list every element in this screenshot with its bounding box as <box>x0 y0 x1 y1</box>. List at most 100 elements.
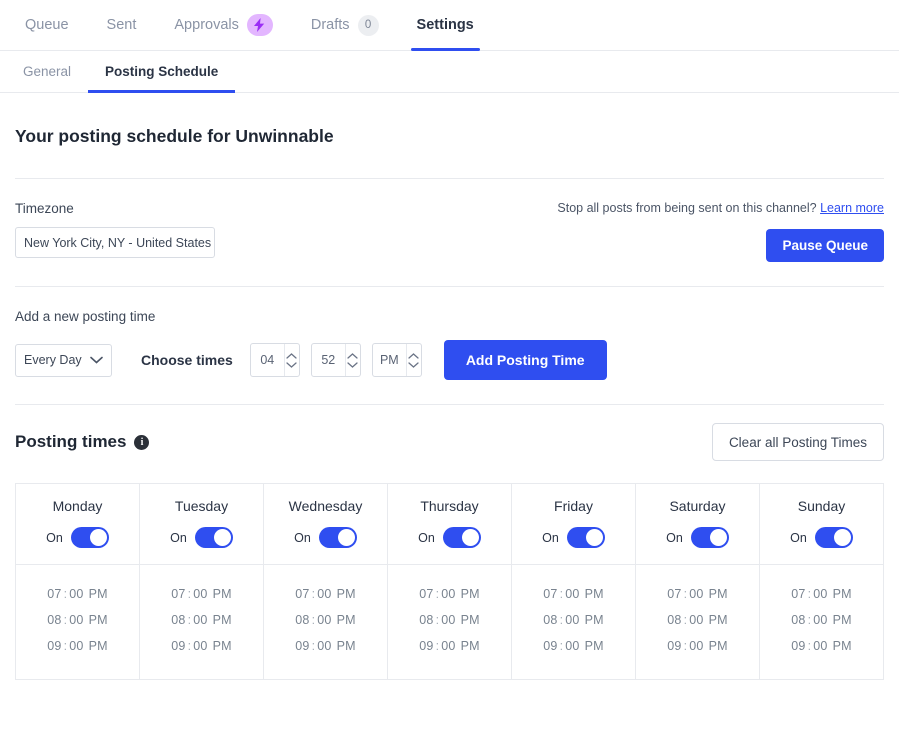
chevron-down-icon[interactable] <box>286 361 297 368</box>
tab-queue[interactable]: Queue <box>6 0 88 50</box>
frequency-dropdown[interactable]: Every Day <box>15 343 112 377</box>
chevron-up-icon[interactable] <box>347 352 358 359</box>
posting-time-wednesday-0[interactable]: 07:00 PM <box>268 581 383 607</box>
time-meridiem: PM <box>832 587 852 601</box>
time-minute: 00 <box>441 587 456 601</box>
pause-queue-button[interactable]: Pause Queue <box>766 229 884 262</box>
meridiem-stepper-arrows[interactable] <box>405 344 421 376</box>
posting-time-thursday-0[interactable]: 07:00 PM <box>392 581 507 607</box>
add-posting-time-button[interactable]: Add Posting Time <box>443 340 607 380</box>
posting-time-thursday-2[interactable]: 09:00 PM <box>392 633 507 659</box>
chevron-down-icon[interactable] <box>408 361 419 368</box>
day-name-tuesday: Tuesday <box>174 498 229 514</box>
time-meridiem: PM <box>832 613 852 627</box>
timezone-select[interactable]: New York City, NY - United States <box>15 227 215 258</box>
day-toggle-label-saturday: On <box>666 530 683 545</box>
time-hour: 07 <box>791 587 806 601</box>
day-name-friday: Friday <box>554 498 593 514</box>
day-toggle-group-saturday: On <box>640 527 755 548</box>
day-toggle-friday[interactable] <box>566 527 605 548</box>
time-meridiem: PM <box>88 639 108 653</box>
hour-stepper[interactable] <box>249 343 300 377</box>
posting-time-tuesday-0[interactable]: 07:00 PM <box>144 581 259 607</box>
time-hour: 09 <box>419 639 434 653</box>
time-meridiem: PM <box>336 587 356 601</box>
time-hour: 09 <box>171 639 186 653</box>
time-hour: 07 <box>667 587 682 601</box>
posting-time-friday-0[interactable]: 07:00 PM <box>516 581 631 607</box>
time-meridiem: PM <box>584 639 604 653</box>
subtab-posting-schedule[interactable]: Posting Schedule <box>88 51 236 93</box>
posting-time-friday-1[interactable]: 08:00 PM <box>516 607 631 633</box>
time-meridiem: PM <box>832 639 852 653</box>
subtab-general-label: General <box>23 64 72 79</box>
day-toggle-sunday[interactable] <box>814 527 853 548</box>
day-name-thursday: Thursday <box>420 498 479 514</box>
posting-time-sunday-2[interactable]: 09:00 PM <box>764 633 879 659</box>
day-toggle-label-sunday: On <box>790 530 807 545</box>
day-toggle-thursday[interactable] <box>442 527 481 548</box>
tab-approvals[interactable]: Approvals <box>155 0 291 50</box>
subtab-general[interactable]: General <box>6 51 88 92</box>
minute-input[interactable] <box>311 353 345 367</box>
posting-time-monday-2[interactable]: 09:00 PM <box>20 633 135 659</box>
posting-time-tuesday-1[interactable]: 08:00 PM <box>144 607 259 633</box>
primary-navigation: Queue Sent Approvals Drafts 0 Settings <box>0 0 899 51</box>
posting-time-saturday-1[interactable]: 08:00 PM <box>640 607 755 633</box>
posting-time-sunday-0[interactable]: 07:00 PM <box>764 581 879 607</box>
chevron-up-icon[interactable] <box>286 352 297 359</box>
hour-input[interactable] <box>250 353 284 367</box>
posting-time-monday-0[interactable]: 07:00 PM <box>20 581 135 607</box>
time-minute: 00 <box>689 613 704 627</box>
time-hour: 09 <box>667 639 682 653</box>
posting-time-monday-1[interactable]: 08:00 PM <box>20 607 135 633</box>
hour-stepper-arrows[interactable] <box>283 344 299 376</box>
time-minute: 00 <box>193 639 208 653</box>
posting-schedule-table: Monday On Tuesday On Wednesday On Thursday On Fr… <box>15 483 884 680</box>
meridiem-stepper[interactable] <box>371 343 422 377</box>
posting-time-friday-2[interactable]: 09:00 PM <box>516 633 631 659</box>
tab-settings[interactable]: Settings <box>398 0 493 51</box>
day-toggle-group-friday: On <box>516 527 631 548</box>
day-toggle-monday[interactable] <box>70 527 109 548</box>
time-meridiem: PM <box>460 587 480 601</box>
time-hour: 09 <box>791 639 806 653</box>
posting-time-wednesday-1[interactable]: 08:00 PM <box>268 607 383 633</box>
info-icon[interactable]: i <box>134 434 150 450</box>
page-body: Your posting schedule for Unwinnable Tim… <box>0 93 899 680</box>
posting-time-sunday-1[interactable]: 08:00 PM <box>764 607 879 633</box>
time-minute: 00 <box>69 613 84 627</box>
time-minute: 00 <box>69 587 84 601</box>
learn-more-link[interactable]: Learn more <box>820 201 884 215</box>
posting-time-thursday-1[interactable]: 08:00 PM <box>392 607 507 633</box>
day-toggle-saturday[interactable] <box>690 527 729 548</box>
minute-stepper[interactable] <box>310 343 361 377</box>
day-toggle-tuesday[interactable] <box>194 527 233 548</box>
chevron-down-icon[interactable] <box>347 361 358 368</box>
posting-time-saturday-0[interactable]: 07:00 PM <box>640 581 755 607</box>
time-minute: 00 <box>813 639 828 653</box>
meridiem-input[interactable] <box>372 353 406 367</box>
day-toggle-label-friday: On <box>542 530 559 545</box>
tab-sent[interactable]: Sent <box>88 0 156 50</box>
day-times-cell-monday: 07:00 PM 08:00 PM 09:00 PM <box>15 564 140 680</box>
day-name-sunday: Sunday <box>797 498 846 514</box>
settings-subnavigation: General Posting Schedule <box>0 51 899 93</box>
day-toggle-wednesday[interactable] <box>318 527 357 548</box>
posting-time-saturday-2[interactable]: 09:00 PM <box>640 633 755 659</box>
day-toggle-group-wednesday: On <box>268 527 383 548</box>
minute-stepper-arrows[interactable] <box>344 344 360 376</box>
tab-drafts-label: Drafts <box>310 17 350 33</box>
day-toggle-group-sunday: On <box>764 527 879 548</box>
posting-time-tuesday-2[interactable]: 09:00 PM <box>144 633 259 659</box>
chevron-up-icon[interactable] <box>408 352 419 359</box>
posting-time-wednesday-2[interactable]: 09:00 PM <box>268 633 383 659</box>
chevron-down-icon <box>90 353 103 367</box>
subtab-posting-schedule-label: Posting Schedule <box>105 64 219 79</box>
tab-settings-label: Settings <box>416 17 474 33</box>
approvals-bolt-badge <box>246 14 273 36</box>
time-meridiem: PM <box>460 613 480 627</box>
tab-drafts[interactable]: Drafts 0 <box>292 0 398 50</box>
clear-all-posting-times-button[interactable]: Clear all Posting Times <box>711 423 884 461</box>
timezone-value: New York City, NY - United States <box>24 235 212 250</box>
